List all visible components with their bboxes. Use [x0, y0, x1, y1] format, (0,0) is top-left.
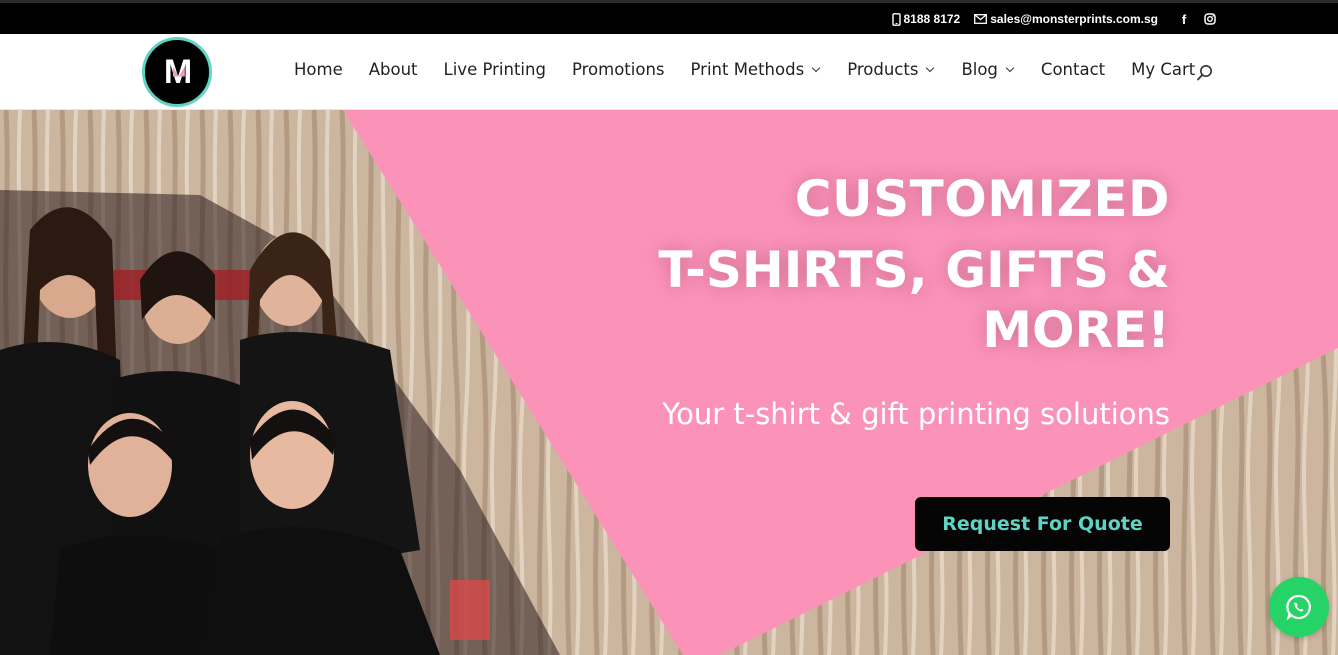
- hero-title-line1: CUSTOMIZED: [794, 170, 1170, 228]
- chevron-down-icon: [926, 63, 935, 72]
- main-header: M Home About Live Printing Promotions Pr…: [0, 34, 1338, 110]
- chevron-down-icon: [1005, 63, 1015, 72]
- hero-section: CUSTOMIZED T-SHIRTS, GIFTS & MORE! Your …: [0, 110, 1338, 655]
- phone-number: 8188 8172: [903, 12, 961, 26]
- whatsapp-icon: [1286, 594, 1311, 621]
- menu-item-home[interactable]: Home: [294, 60, 343, 79]
- chevron-down-icon: [811, 63, 821, 72]
- menu-item-promotions[interactable]: Promotions: [572, 60, 665, 79]
- phone-icon: [891, 12, 901, 26]
- site-logo[interactable]: M: [142, 37, 212, 107]
- menu-item-about[interactable]: About: [369, 60, 418, 79]
- social-links: f: [1178, 12, 1216, 27]
- facebook-icon[interactable]: f: [1178, 12, 1190, 27]
- phone-link[interactable]: 8188 8172: [891, 12, 961, 26]
- menu-item-print-methods[interactable]: Print Methods: [691, 60, 821, 79]
- top-bar: 8188 8172 sales@monsterprints.com.sg f: [0, 0, 1338, 34]
- menu-item-blog[interactable]: Blog: [961, 60, 1015, 79]
- hero-title-line2: T-SHIRTS, GIFTS & MORE!: [658, 241, 1170, 359]
- whatsapp-button[interactable]: [1269, 577, 1329, 637]
- envelope-icon: [974, 14, 988, 24]
- menu-item-products[interactable]: Products: [847, 60, 935, 79]
- instagram-icon[interactable]: [1204, 12, 1216, 26]
- menu-item-live-printing[interactable]: Live Printing: [444, 60, 546, 79]
- main-menu: Home About Live Printing Promotions Prin…: [294, 60, 1195, 79]
- email-link[interactable]: sales@monsterprints.com.sg: [974, 12, 1158, 26]
- menu-item-my-cart[interactable]: My Cart: [1131, 60, 1195, 79]
- hero-subtitle: Your t-shirt & gift printing solutions: [662, 397, 1170, 431]
- top-contact: 8188 8172 sales@monsterprints.com.sg: [891, 12, 1158, 26]
- email-address: sales@monsterprints.com.sg: [990, 12, 1158, 26]
- search-icon[interactable]: [1196, 64, 1214, 82]
- request-quote-button[interactable]: Request For Quote: [915, 497, 1170, 551]
- logo-mark: M: [163, 52, 192, 91]
- menu-item-contact[interactable]: Contact: [1041, 60, 1105, 79]
